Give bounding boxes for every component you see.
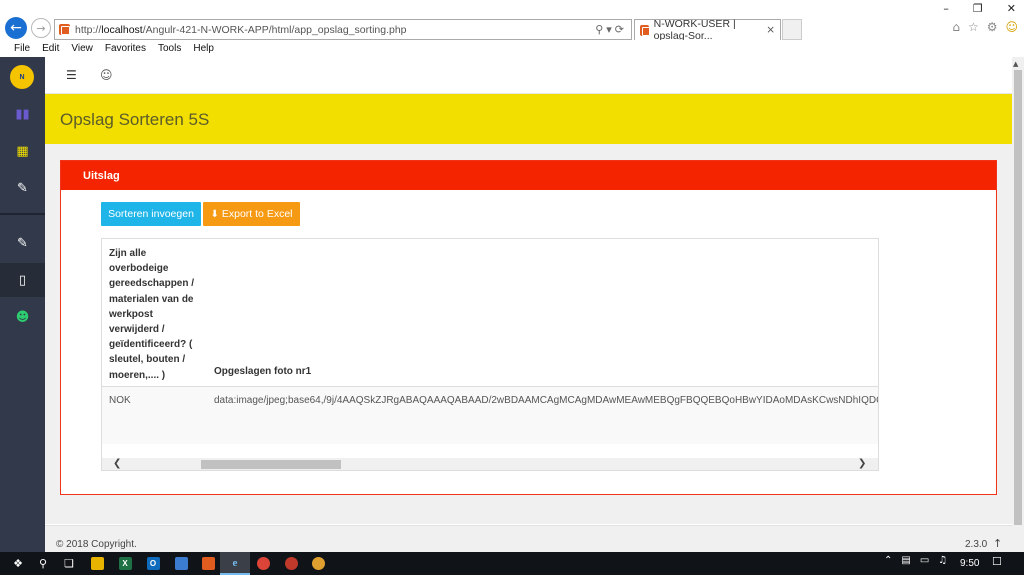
site-favicon-icon	[59, 24, 70, 35]
user-icon[interactable]: ☻	[0, 300, 45, 334]
browser-tools: ⌂ ☆ ⚙ ☺	[952, 20, 1018, 34]
address-bar[interactable]: http://localhost/Angulr-421-N-WORK-APP/h…	[54, 19, 632, 40]
table-header-question: Zijn alle overbodeige gereedschappen / m…	[109, 248, 195, 381]
window-controls: – ❐ ✕	[943, 2, 1016, 15]
volume-icon[interactable]: ♫	[938, 555, 947, 566]
close-icon[interactable]: ×	[766, 24, 775, 36]
profile-icon[interactable]: ☺	[100, 68, 113, 82]
settings-gear-icon[interactable]: ⚙	[987, 20, 998, 34]
export-excel-button[interactable]: ⬇ Export to Excel	[203, 202, 300, 226]
scroll-up-icon[interactable]: ▲	[1013, 60, 1018, 68]
bar-chart-icon[interactable]: ▮▮	[0, 97, 45, 131]
scrollbar-thumb[interactable]	[201, 460, 341, 469]
notification-icon[interactable]: ☐	[992, 555, 1002, 568]
app-red-icon[interactable]	[276, 552, 306, 575]
clock[interactable]: 9:50	[960, 558, 979, 569]
edit-icon[interactable]: ✎	[0, 171, 45, 205]
browser-tab[interactable]: N-WORK-USER | opslag-Sor... ×	[634, 18, 781, 42]
menu-help[interactable]: Help	[193, 43, 214, 54]
paint-icon[interactable]	[303, 552, 333, 575]
minimize-icon[interactable]: –	[943, 2, 949, 15]
menu-toggle-icon[interactable]: ☰	[66, 68, 77, 82]
close-window-icon[interactable]: ✕	[1007, 2, 1016, 15]
tab-title: N-WORK-USER | opslag-Sor...	[653, 18, 736, 42]
xampp-icon[interactable]	[193, 552, 223, 575]
table-cell-photo-data: data:image/jpeg;base64,/9j/4AAQSkZJRgABA…	[214, 395, 878, 406]
vertical-scrollbar-thumb[interactable]	[1014, 70, 1022, 525]
task-view-icon[interactable]: ❏	[54, 552, 84, 575]
table-cell-status: NOK	[109, 395, 131, 406]
top-navbar	[45, 57, 1012, 94]
browser-menubar: File Edit View Favorites Tools Help	[0, 40, 1024, 56]
internet-explorer-icon[interactable]: e	[220, 552, 250, 575]
back-to-top-icon[interactable]: ↑	[993, 537, 1002, 550]
menu-file[interactable]: File	[14, 43, 30, 54]
panel-title: Uitslag	[61, 161, 996, 190]
download-icon: ⬇	[210, 208, 219, 220]
url-text: http://localhost/Angulr-421-N-WORK-APP/h…	[75, 23, 407, 36]
feedback-smiley-icon[interactable]: ☺	[1005, 20, 1018, 34]
chevron-up-icon[interactable]: ⌃	[884, 555, 892, 566]
sidebar-divider	[0, 213, 45, 215]
restore-icon[interactable]: ❐	[973, 2, 983, 15]
search-icon[interactable]: ⚲▾⟳	[595, 23, 627, 36]
menu-tools[interactable]: Tools	[158, 43, 181, 54]
chrome-icon[interactable]	[248, 552, 278, 575]
calendar-icon[interactable]: ▦	[0, 134, 45, 168]
app-logo[interactable]: N	[10, 65, 34, 89]
page-title: Opslag Sorteren 5S	[60, 110, 210, 129]
copyright-text: © 2018 Copyright.	[56, 539, 137, 550]
tab-favicon-icon	[640, 24, 651, 36]
arrow-right-icon: →	[36, 21, 46, 35]
table-header-photo: Opgeslagen foto nr1	[214, 366, 312, 377]
footer	[45, 525, 1012, 552]
new-tab-button[interactable]	[782, 19, 802, 40]
app-window-icon[interactable]	[166, 552, 196, 575]
document-icon[interactable]: ▯	[0, 263, 45, 297]
home-icon[interactable]: ⌂	[952, 20, 960, 34]
favorites-star-icon[interactable]: ☆	[968, 20, 979, 34]
scroll-right-icon[interactable]: ❯	[858, 458, 866, 469]
menu-favorites[interactable]: Favorites	[105, 43, 146, 54]
menu-edit[interactable]: Edit	[42, 43, 59, 54]
edit-icon[interactable]: ✎	[0, 226, 45, 260]
outlook-icon[interactable]: O	[138, 552, 168, 575]
file-explorer-icon[interactable]	[82, 552, 112, 575]
menu-view[interactable]: View	[71, 43, 93, 54]
back-button[interactable]: ←	[5, 17, 27, 39]
version-text: 2.3.0	[965, 539, 988, 550]
network-icon[interactable]: ▤	[901, 555, 910, 566]
battery-icon[interactable]: ▭	[920, 555, 929, 566]
sort-insert-button[interactable]: Sorteren invoegen	[101, 202, 201, 226]
arrow-left-icon: ←	[10, 20, 22, 36]
excel-icon[interactable]: X	[110, 552, 140, 575]
system-tray: ⌃ ▤ ▭ ♫	[884, 555, 947, 566]
scroll-left-icon[interactable]: ❮	[113, 458, 121, 469]
forward-button[interactable]: →	[31, 18, 51, 38]
